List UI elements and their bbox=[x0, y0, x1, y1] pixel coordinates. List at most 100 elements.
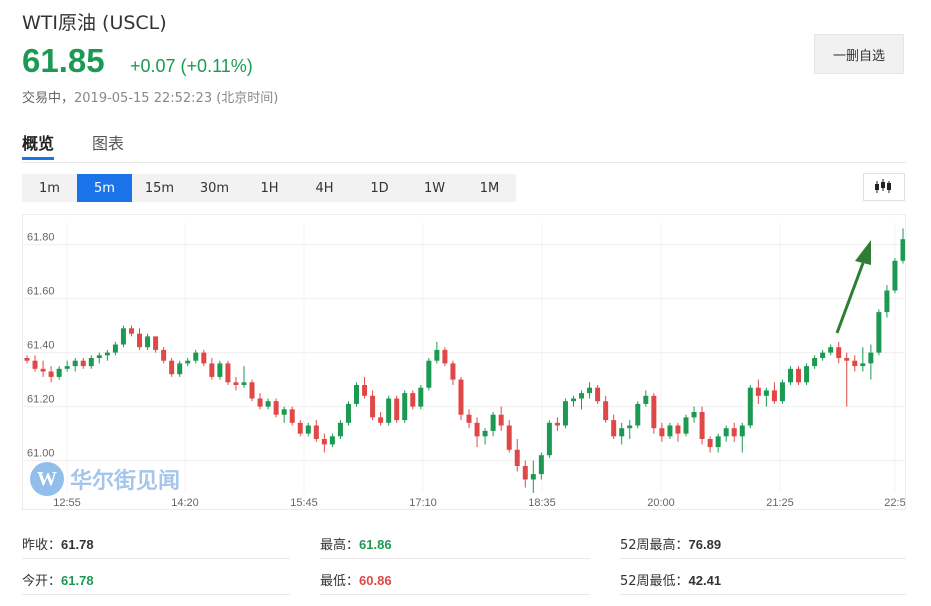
candle-up bbox=[787, 368, 793, 383]
candle-down bbox=[32, 360, 38, 369]
candle-down bbox=[466, 414, 472, 423]
period-1mo[interactable]: 1M bbox=[462, 174, 517, 202]
stat-label: 最低： bbox=[320, 574, 360, 589]
candle-down bbox=[699, 412, 705, 439]
period-1w[interactable]: 1W bbox=[407, 174, 462, 202]
candle-up bbox=[627, 425, 633, 429]
candle-up bbox=[112, 344, 118, 353]
candle-down bbox=[321, 439, 327, 445]
annotation-arrow-shaft bbox=[835, 262, 865, 334]
candle-down bbox=[313, 425, 319, 439]
candle-up bbox=[860, 363, 866, 367]
candlestick-icon bbox=[875, 179, 891, 193]
stat-value: 61.78 bbox=[61, 573, 94, 588]
candle-up bbox=[804, 366, 810, 383]
candle-up bbox=[185, 360, 191, 364]
x-tick-label: 21:25 bbox=[766, 497, 794, 509]
candle-up bbox=[643, 395, 649, 404]
candle-down bbox=[659, 428, 665, 437]
candle-down bbox=[554, 422, 560, 426]
candle-down bbox=[675, 425, 681, 434]
candle-up bbox=[763, 390, 769, 396]
candle-down bbox=[40, 368, 46, 372]
candle-up bbox=[812, 358, 818, 367]
candle-up bbox=[715, 436, 721, 448]
x-tick-label: 14:20 bbox=[171, 497, 199, 509]
candle-up bbox=[820, 352, 826, 358]
stat-value: 61.86 bbox=[359, 537, 392, 552]
candle-down bbox=[257, 398, 263, 407]
candle-up bbox=[635, 403, 641, 426]
period-4h[interactable]: 4H bbox=[297, 174, 352, 202]
candle-down bbox=[651, 395, 657, 429]
candle-down bbox=[474, 422, 480, 437]
stat-prev-close: 昨收：61.78 bbox=[22, 534, 94, 553]
stat-52w-high: 52周最高：76.89 bbox=[620, 534, 721, 553]
period-selector: 1m 5m 15m 30m 1H 4H 1D 1W 1M bbox=[22, 174, 516, 202]
candle-down bbox=[80, 360, 86, 367]
candle-down bbox=[836, 347, 842, 358]
candle-down bbox=[450, 363, 456, 380]
period-30m[interactable]: 30m bbox=[187, 174, 242, 202]
period-1d[interactable]: 1D bbox=[352, 174, 407, 202]
candle-up bbox=[281, 409, 287, 415]
candle-down bbox=[603, 401, 609, 421]
candle-up bbox=[96, 355, 102, 358]
status-text: 交易中， bbox=[22, 91, 75, 106]
candle-down bbox=[394, 398, 400, 421]
y-tick-label: 61.20 bbox=[27, 394, 55, 406]
candle-up bbox=[868, 352, 874, 364]
candle-down bbox=[48, 371, 54, 377]
candle-up bbox=[562, 401, 568, 426]
timestamp: 2019-05-15 22:52:23 (北京时间) bbox=[74, 91, 279, 106]
x-tick-label: 22:5 bbox=[884, 497, 905, 509]
candle-up bbox=[64, 366, 70, 369]
candle-up bbox=[120, 328, 126, 345]
candle-down bbox=[297, 422, 303, 434]
candle-down bbox=[844, 358, 850, 361]
period-1m[interactable]: 1m bbox=[22, 174, 77, 202]
period-15m[interactable]: 15m bbox=[132, 174, 187, 202]
candle-up bbox=[104, 352, 110, 356]
candle-down bbox=[506, 425, 512, 450]
candle-up bbox=[619, 428, 625, 437]
stat-value: 76.89 bbox=[688, 537, 722, 552]
stat-label: 最高： bbox=[320, 538, 360, 553]
candle-up bbox=[193, 352, 199, 361]
remove-watchlist-button[interactable]: 一删自选 bbox=[814, 34, 904, 74]
candle-up bbox=[354, 385, 360, 404]
period-5m[interactable]: 5m bbox=[77, 174, 132, 202]
candle-down bbox=[755, 387, 761, 396]
chart-type-button[interactable] bbox=[863, 173, 905, 201]
candle-up bbox=[900, 239, 906, 261]
candle-up bbox=[691, 412, 697, 418]
active-tab-indicator bbox=[22, 157, 54, 160]
candle-down bbox=[233, 382, 239, 385]
y-tick-label: 61.00 bbox=[27, 448, 55, 460]
candle-up bbox=[386, 398, 392, 423]
instrument-title: WTI原油 (USCL) bbox=[22, 12, 167, 34]
candle-up bbox=[337, 422, 343, 437]
candle-down bbox=[731, 428, 737, 437]
stat-value: 42.41 bbox=[688, 573, 722, 588]
candle-up bbox=[217, 363, 223, 377]
candle-down bbox=[796, 368, 802, 383]
stat-label: 今开： bbox=[22, 574, 62, 589]
candle-up bbox=[538, 455, 544, 475]
period-1h[interactable]: 1H bbox=[242, 174, 297, 202]
stat-52w-low: 52周最低：42.41 bbox=[620, 570, 721, 589]
candle-down bbox=[225, 363, 231, 383]
x-tick-label: 20:00 bbox=[647, 497, 675, 509]
candle-up bbox=[530, 474, 536, 480]
candle-up bbox=[546, 422, 552, 456]
tab-overview[interactable]: 概览 bbox=[22, 130, 54, 154]
candle-down bbox=[161, 349, 167, 361]
candle-down bbox=[209, 363, 215, 377]
tab-chart[interactable]: 图表 bbox=[92, 130, 124, 154]
stat-open: 今开：61.78 bbox=[22, 570, 94, 589]
candle-down bbox=[169, 360, 175, 375]
candle-down bbox=[378, 417, 384, 423]
candle-down bbox=[707, 439, 713, 448]
candle-down bbox=[410, 393, 416, 407]
candle-up bbox=[426, 360, 432, 388]
